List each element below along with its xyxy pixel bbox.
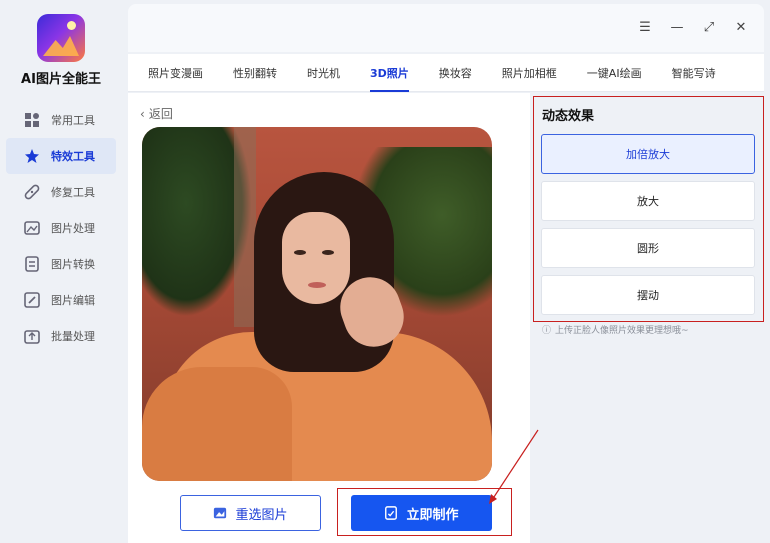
sidebar-item-common-tools[interactable]: 常用工具 (0, 102, 122, 138)
feature-tabs: 照片变漫画 性别翻转 时光机 3D照片 换妆容 照片加相框 一键AI绘画 智能写… (128, 54, 764, 92)
tab-3d-photo[interactable]: 3D照片 (370, 54, 409, 92)
edit-icon (24, 292, 40, 308)
sidebar-item-image-processing[interactable]: 图片处理 (0, 210, 122, 246)
tab-smart-poetry[interactable]: 智能写诗 (672, 54, 716, 92)
app-logo (37, 14, 85, 62)
effect-zoom[interactable]: 放大 (541, 181, 755, 221)
sidebar-item-batch[interactable]: 批量处理 (0, 318, 122, 354)
tab-photo-frame[interactable]: 照片加相框 (502, 54, 557, 92)
maximize-icon[interactable]: ⤢ (700, 18, 718, 36)
sidebar-item-label: 批量处理 (51, 330, 95, 343)
sidebar-item-label: 图片处理 (51, 222, 95, 235)
menu-icon[interactable]: ☰ (636, 18, 654, 36)
convert-icon (25, 256, 39, 272)
sidebar-item-image-edit[interactable]: 图片编辑 (0, 282, 122, 318)
reselect-label: 重选图片 (235, 507, 288, 523)
app-name: AI图片全能王 (21, 72, 101, 87)
star-icon (25, 149, 39, 163)
sidebar: AI图片全能王 常用工具 特效工具 修复工具 图片处理 图片转换 图片编辑 批量… (0, 0, 122, 543)
sidebar-item-label: 特效工具 (51, 150, 95, 163)
close-icon[interactable]: ✕ (732, 18, 750, 36)
effect-double-zoom[interactable]: 加倍放大 (541, 134, 755, 174)
sidebar-item-effect-tools[interactable]: 特效工具 (6, 138, 116, 174)
tab-makeup[interactable]: 换妆容 (439, 54, 472, 92)
effect-swing[interactable]: 摆动 (541, 275, 755, 315)
minimize-icon[interactable]: — (668, 18, 686, 36)
tab-ai-painting[interactable]: 一键AI绘画 (587, 54, 642, 92)
tab-photo-to-comic[interactable]: 照片变漫画 (148, 54, 203, 92)
grid-icon (25, 113, 39, 127)
sidebar-item-label: 修复工具 (51, 186, 95, 199)
photo-preview (142, 127, 492, 481)
image-icon (214, 507, 227, 519)
effects-title: 动态效果 (542, 109, 595, 124)
back-label: 返回 (148, 107, 173, 121)
sidebar-item-image-convert[interactable]: 图片转换 (0, 246, 122, 282)
sidebar-item-label: 常用工具 (51, 114, 95, 127)
info-icon: ⓘ (542, 326, 552, 336)
tab-gender-swap[interactable]: 性别翻转 (233, 54, 277, 92)
window-controls: ☰ — ⤢ ✕ (636, 18, 750, 36)
back-link[interactable]: ‹ 返回 (140, 105, 173, 122)
image-icon (24, 221, 40, 235)
sidebar-item-label: 图片编辑 (51, 294, 95, 307)
sidebar-item-label: 图片转换 (51, 258, 95, 271)
main-content: ‹ 返回 重选图片 立即制作 (128, 93, 530, 543)
reselect-image-button[interactable]: 重选图片 (180, 495, 321, 531)
tip-text: 上传正脸人像照片效果更理想哦~ (555, 326, 689, 336)
sidebar-nav: 常用工具 特效工具 修复工具 图片处理 图片转换 图片编辑 批量处理 (0, 102, 122, 354)
effect-circle[interactable]: 圆形 (541, 228, 755, 268)
make-button-highlight (337, 488, 512, 536)
upload-tip: ⓘ 上传正脸人像照片效果更理想哦~ (542, 323, 689, 336)
bandage-icon (24, 184, 40, 200)
chevron-left-icon: ‹ (140, 106, 145, 121)
title-bar: ☰ — ⤢ ✕ (128, 4, 764, 52)
batch-icon (24, 330, 40, 344)
tab-time-machine[interactable]: 时光机 (307, 54, 340, 92)
sidebar-item-repair-tools[interactable]: 修复工具 (0, 174, 122, 210)
